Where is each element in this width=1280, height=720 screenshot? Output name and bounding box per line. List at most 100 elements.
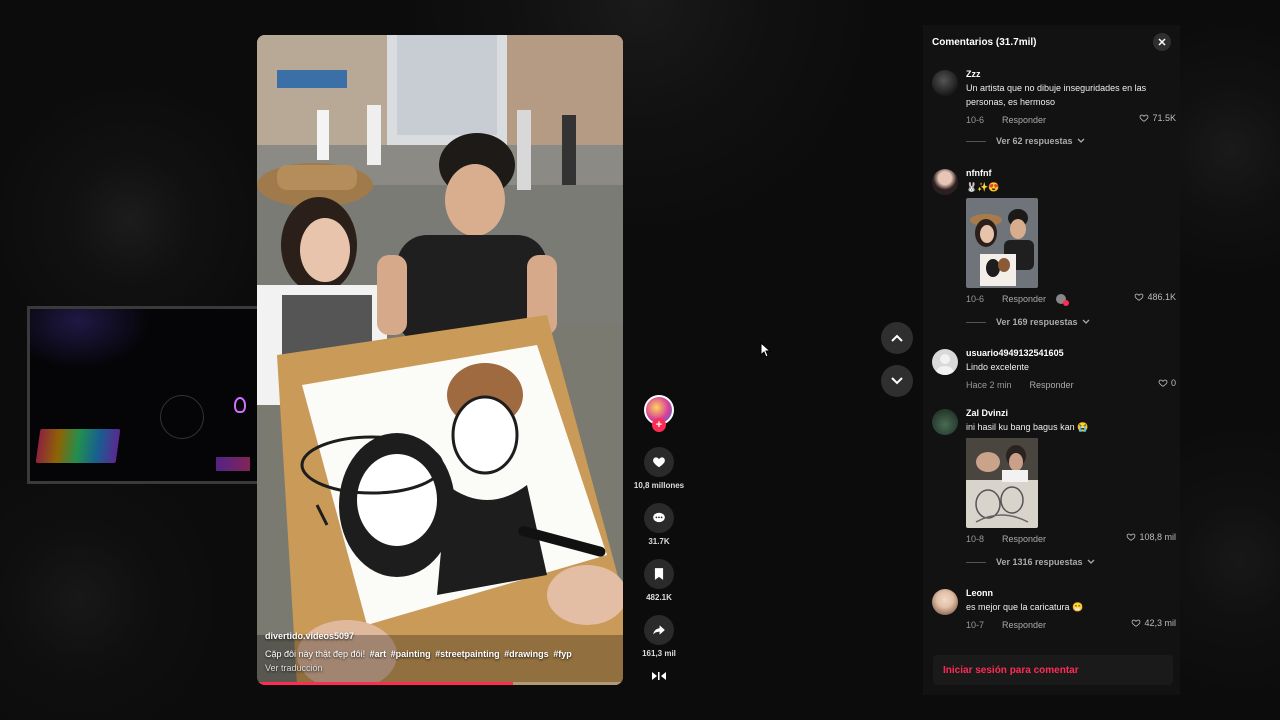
comments-panel: Comentarios (31.7mil) Zzz Un artista que… [923, 25, 1180, 695]
share-arrow-icon [653, 625, 665, 635]
comment-like-button[interactable]: 486.1K [1134, 292, 1176, 302]
comment-username[interactable]: usuario4949132541605 [966, 347, 1176, 359]
creator-liked-avatar [1056, 294, 1070, 306]
share-button[interactable] [644, 615, 674, 645]
comment-image[interactable] [966, 198, 1038, 288]
reply-button[interactable]: Responder [1002, 115, 1046, 125]
save-button[interactable] [644, 559, 674, 589]
avatar[interactable] [932, 589, 958, 615]
video-author[interactable]: divertido.videos5097 [265, 631, 615, 641]
chevron-down-icon [1077, 138, 1085, 143]
rail-spacer [628, 605, 690, 615]
video-caption: Cặp đôi này thật đẹp đôi! #art #painting… [265, 649, 615, 659]
avatar[interactable] [932, 349, 958, 375]
avatar[interactable] [932, 169, 958, 195]
divider [966, 561, 986, 563]
video-player[interactable]: divertido.videos5097 Cặp đôi này thật đẹ… [257, 35, 623, 685]
hashtag-fyp[interactable]: #fyp [553, 649, 572, 659]
heart-outline-icon [1140, 114, 1149, 122]
hashtag-painting[interactable]: #painting [391, 649, 431, 659]
comment-meta: Hace 2 min Responder 0 [966, 378, 1176, 392]
video-progress-bar[interactable] [257, 682, 623, 685]
comment-username[interactable]: Zal Dvinzi [966, 407, 1176, 419]
avatar[interactable] [932, 70, 958, 96]
hashtag-drawings[interactable]: #drawings [504, 649, 549, 659]
share-count: 161,3 mil [642, 649, 676, 658]
comment-like-button[interactable]: 108,8 mil [1126, 532, 1176, 542]
comment-like-button[interactable]: 71.5K [1139, 113, 1176, 123]
caption-text: Cặp đôi này thật đẹp đôi! [265, 649, 366, 659]
divider [966, 321, 986, 323]
webcam-glow [30, 309, 150, 369]
creator-avatar[interactable]: + [644, 395, 674, 432]
hashtag-streetpainting[interactable]: #streetpainting [435, 649, 500, 659]
heart-outline-icon [1158, 379, 1168, 387]
comment-like-button[interactable]: 0 [1158, 378, 1176, 388]
comment-username[interactable]: nfnfnf [966, 167, 1176, 179]
rail-spacer [628, 549, 690, 559]
chevron-up-icon [891, 334, 903, 342]
mouse-glow [234, 397, 246, 413]
comments-header: Comentarios (31.7mil) [923, 25, 1180, 59]
comment-text: Un artista que no dibuje inseguridades e… [966, 83, 1147, 107]
comment-username[interactable]: Zzz [966, 68, 1176, 80]
hashtag-art[interactable]: #art [370, 649, 387, 659]
chevron-down-icon [1082, 319, 1090, 324]
heart-outline-icon [1135, 293, 1144, 301]
view-replies-button[interactable]: Ver 62 respuestas [966, 136, 1085, 146]
default-user-icon [936, 354, 954, 375]
action-rail: + 10,8 millones 31.7K 482.1K 161,3 mil [628, 395, 690, 681]
comment-text: Lindo excelente [966, 362, 1030, 372]
creator-liked-heart-icon [1063, 300, 1070, 306]
keyboard-lights [35, 429, 121, 463]
avatar[interactable] [932, 409, 958, 435]
like-button[interactable] [644, 447, 674, 477]
follow-button[interactable]: + [652, 418, 666, 432]
comment-text: 🐰✨😍 [966, 182, 1000, 192]
previous-video-button[interactable] [881, 322, 913, 354]
mouse-cursor-icon [760, 342, 772, 358]
reply-button[interactable]: Responder [1002, 620, 1046, 630]
reply-button[interactable]: Responder [1002, 294, 1046, 304]
rail-spacer [628, 493, 690, 503]
comment-meta: 10-6 Responder 486.1K [966, 292, 1176, 306]
view-replies-label: Ver 1316 respuestas [996, 557, 1083, 567]
chevron-down-icon [891, 377, 903, 385]
skip-next-icon [652, 672, 666, 680]
next-video-button[interactable] [881, 365, 913, 397]
login-to-comment-button[interactable]: Iniciar sesión para comentar [933, 655, 1173, 685]
couple-photo-thumbnail [966, 198, 1038, 288]
comment-count: 31.7K [648, 537, 670, 546]
comment-date: 10-7 [966, 620, 985, 630]
reply-button[interactable]: Responder [1002, 534, 1046, 544]
chevron-down-icon [1087, 559, 1095, 564]
comment-date: 10-6 [966, 115, 985, 125]
view-replies-button[interactable]: Ver 169 respuestas [966, 317, 1090, 327]
reply-button[interactable]: Responder [1030, 380, 1074, 390]
comment-date: 10-8 [966, 534, 985, 544]
comment-button[interactable] [644, 503, 674, 533]
video-info: divertido.videos5097 Cặp đôi này thật đẹ… [265, 631, 615, 673]
rail-spacer [628, 661, 690, 671]
comment-like-count: 0 [1170, 378, 1176, 388]
comment-meta: 10-6 Responder 71.5K [966, 113, 1176, 127]
translate-link[interactable]: Ver traducción [265, 663, 615, 673]
comment-like-button[interactable]: 42,3 mil [1131, 618, 1176, 628]
bookmark-icon [654, 568, 664, 580]
comment-text: ini hasil ku bang bagus kan 😭 [966, 422, 1089, 432]
skip-button[interactable] [628, 671, 690, 681]
close-icon [1158, 38, 1166, 46]
divider [966, 140, 986, 142]
view-replies-button[interactable]: Ver 1316 respuestas [966, 557, 1095, 567]
view-replies-label: Ver 62 respuestas [996, 136, 1073, 146]
comment-image[interactable] [966, 438, 1038, 528]
like-count: 10,8 millones [633, 481, 685, 490]
keyboard-lights-secondary [216, 457, 250, 471]
heart-outline-icon [1127, 533, 1136, 541]
comment-like-count: 486.1K [1147, 292, 1176, 302]
comment-username[interactable]: Leonn [966, 587, 1176, 599]
heart-icon [653, 457, 665, 468]
close-comments-button[interactable] [1153, 33, 1171, 51]
comment-date: Hace 2 min [966, 380, 1012, 390]
comment-bubble-icon [653, 512, 665, 523]
